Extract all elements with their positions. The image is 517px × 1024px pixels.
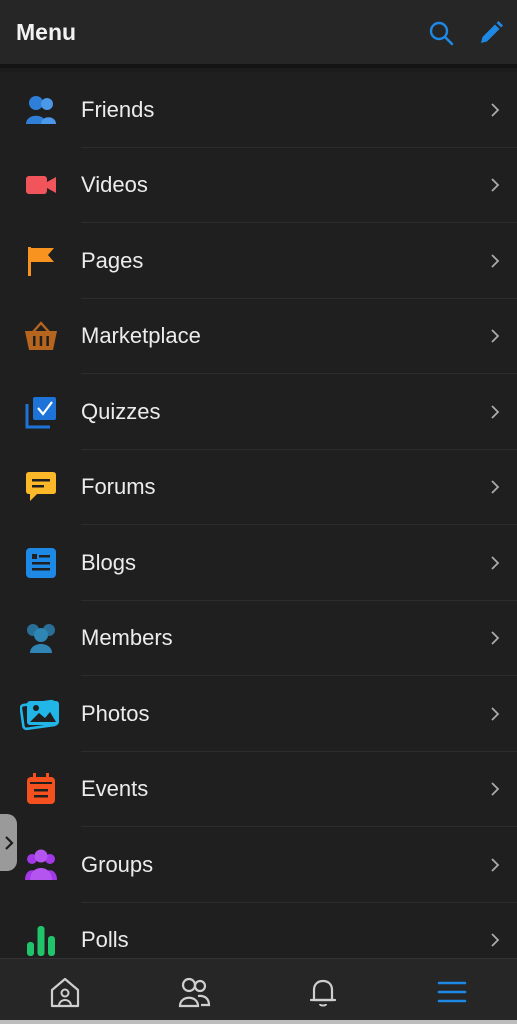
menu-item-videos[interactable]: Videos (0, 148, 517, 223)
flag-icon (20, 240, 62, 282)
chevron-right-icon (491, 103, 500, 117)
menu-item-events[interactable]: Events (0, 752, 517, 827)
chevron-right-icon (491, 933, 500, 947)
quiz-checkbox-icon (20, 391, 62, 433)
menu-item-groups[interactable]: Groups (0, 827, 517, 903)
menu-item-label: Pages (81, 247, 144, 273)
menu-item-label: Events (81, 776, 149, 802)
chevron-right-icon (491, 707, 500, 721)
chevron-right-icon (491, 178, 500, 192)
menu-item-label: Groups (81, 851, 154, 877)
chevron-right-icon (4, 835, 14, 850)
side-drawer-handle[interactable] (0, 814, 17, 871)
nav-home-button[interactable] (0, 959, 129, 1024)
menu-item-label: Photos (81, 700, 150, 726)
menu-list: Friends Videos Pages Marketplace Quizzes… (0, 72, 517, 958)
chevron-right-icon (491, 254, 500, 268)
menu-item-label: Members (81, 625, 173, 651)
nav-menu-button[interactable] (388, 959, 517, 1024)
friends-icon (20, 89, 62, 131)
search-icon (429, 21, 454, 46)
app-header: Menu (0, 0, 517, 68)
bottom-navigation (0, 958, 517, 1024)
basket-icon (20, 315, 62, 357)
groups-icon (20, 844, 62, 886)
menu-item-photos[interactable]: Photos (0, 676, 517, 752)
menu-item-blogs[interactable]: Blogs (0, 525, 517, 601)
chevron-right-icon (491, 556, 500, 570)
system-navigation-bar (0, 1020, 517, 1024)
menu-item-label: Marketplace (81, 323, 201, 349)
menu-item-label: Friends (81, 96, 155, 122)
chat-bubble-icon (20, 466, 62, 508)
chevron-right-icon (491, 405, 500, 419)
menu-item-polls[interactable]: Polls (0, 903, 517, 959)
menu-item-marketplace[interactable]: Marketplace (0, 299, 517, 374)
blog-document-icon (20, 542, 62, 584)
menu-item-quizzes[interactable]: Quizzes (0, 374, 517, 450)
bar-chart-icon (20, 919, 62, 958)
menu-item-label: Forums (81, 474, 156, 500)
menu-item-forums[interactable]: Forums (0, 450, 517, 525)
chevron-right-icon (491, 631, 500, 645)
menu-item-label: Quizzes (81, 398, 161, 424)
menu-item-pages[interactable]: Pages (0, 223, 517, 299)
video-camera-icon (20, 164, 62, 206)
menu-item-members[interactable]: Members (0, 601, 517, 676)
page-title: Menu (16, 19, 77, 45)
edit-button[interactable] (476, 18, 506, 48)
members-icon (20, 617, 62, 659)
chevron-right-icon (491, 782, 500, 796)
edit-icon (481, 21, 503, 43)
menu-item-label: Videos (81, 172, 148, 198)
chevron-right-icon (491, 858, 500, 872)
nav-notifications-button[interactable] (259, 959, 388, 1024)
bell-icon (310, 979, 337, 1006)
menu-item-label: Blogs (81, 549, 137, 575)
calendar-icon (20, 768, 62, 810)
photos-icon (20, 693, 62, 735)
menu-item-label: Polls (81, 927, 129, 953)
chevron-right-icon (491, 329, 500, 343)
menu-item-friends[interactable]: Friends (0, 72, 517, 148)
home-icon (50, 977, 79, 1007)
chevron-right-icon (491, 480, 500, 494)
friends-icon (178, 977, 210, 1007)
nav-friends-button[interactable] (129, 959, 258, 1024)
search-button[interactable] (426, 18, 456, 48)
hamburger-menu-icon (438, 981, 467, 1002)
